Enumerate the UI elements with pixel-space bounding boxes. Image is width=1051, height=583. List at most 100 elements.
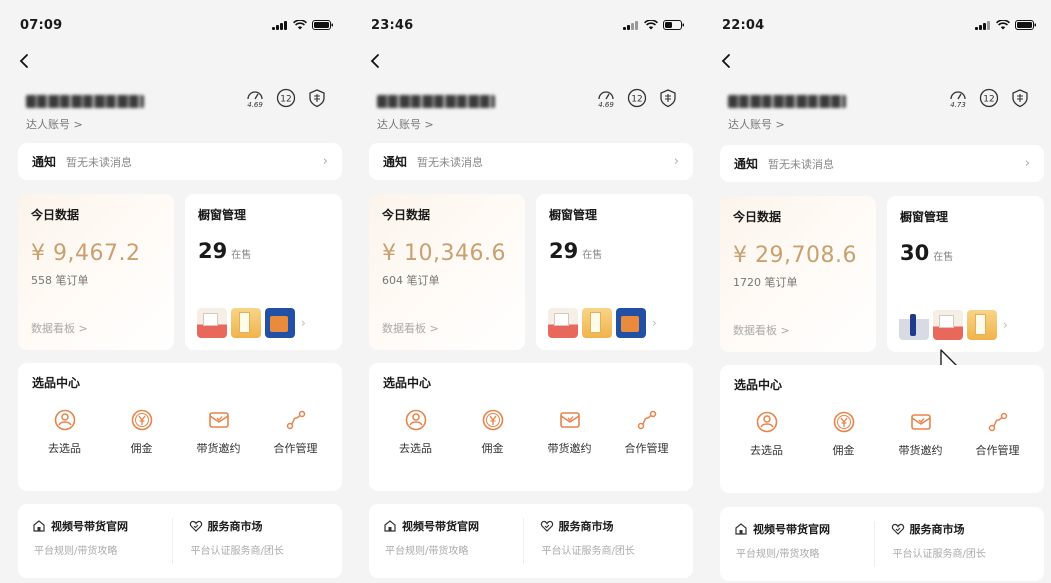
select-product-icon bbox=[405, 409, 426, 431]
dashboard-link[interactable]: 数据看板 > bbox=[382, 320, 439, 336]
official-site-icon bbox=[384, 520, 396, 532]
grid-item-cooperation[interactable]: 合作管理 bbox=[612, 408, 682, 456]
dashboard-link[interactable]: 数据看板 > bbox=[31, 320, 88, 336]
grid-item-commission[interactable]: 佣金 bbox=[809, 410, 879, 458]
grid-item-commission[interactable]: 佣金 bbox=[458, 408, 528, 456]
product-thumbnail[interactable] bbox=[197, 308, 227, 338]
signal-icon bbox=[272, 20, 288, 30]
today-data-card[interactable]: 今日数据 ¥ 10,346.6 604 笔订单 数据看板 > bbox=[369, 194, 525, 350]
service-market-title: 服务商市场 bbox=[558, 520, 614, 533]
today-amount: ¥ 10,346.6 bbox=[382, 241, 506, 266]
cooperation-icon bbox=[286, 410, 305, 430]
official-site-link[interactable]: 视频号带货官网 平台规则/带货攻略 bbox=[32, 518, 172, 564]
account-link[interactable]: 达人账号 > bbox=[728, 116, 785, 132]
grid-item-label: 合作管理 bbox=[975, 444, 1020, 457]
chevron-right-icon: › bbox=[1003, 318, 1008, 332]
rating-icon[interactable]: 4.69 bbox=[595, 87, 617, 109]
shield-icon[interactable] bbox=[1009, 87, 1031, 109]
today-amount: ¥ 29,708.6 bbox=[733, 243, 857, 268]
service-market-icon bbox=[891, 523, 904, 535]
product-thumbnails[interactable]: › bbox=[197, 308, 306, 338]
phone-screen-3: 22:04 4.73 12 达人账号 > 通知 暂无未读消息 › 今日数据 ¥ … bbox=[702, 0, 1051, 583]
svg-text:4.69: 4.69 bbox=[247, 101, 263, 109]
today-orders: 1720 笔订单 bbox=[733, 276, 798, 289]
grid-item-invitation[interactable]: 带货邀约 bbox=[886, 410, 956, 458]
grid-item-label: 带货邀约 bbox=[898, 444, 943, 457]
notice-bar[interactable]: 通知 暂无未读消息 › bbox=[18, 143, 342, 180]
commission-icon bbox=[482, 409, 503, 431]
grid-item-commission[interactable]: 佣金 bbox=[107, 408, 177, 456]
level-badge-icon[interactable]: 12 bbox=[275, 87, 297, 109]
dashboard-link[interactable]: 数据看板 > bbox=[733, 322, 790, 338]
official-site-title: 视频号带货官网 bbox=[402, 520, 479, 533]
service-market-sub: 平台认证服务商/团长 bbox=[541, 546, 635, 557]
rating-icon[interactable]: 4.73 bbox=[947, 87, 969, 109]
showcase-title: 橱窗管理 bbox=[549, 208, 598, 222]
product-thumbnails[interactable]: › bbox=[899, 310, 1008, 340]
rating-icon[interactable]: 4.69 bbox=[244, 87, 266, 109]
back-arrow-icon[interactable] bbox=[367, 52, 385, 70]
today-data-card[interactable]: 今日数据 ¥ 9,467.2 558 笔订单 数据看板 > bbox=[18, 194, 174, 350]
product-thumbnail[interactable] bbox=[899, 310, 929, 340]
grid-item-label: 佣金 bbox=[130, 442, 153, 455]
product-thumbnail[interactable] bbox=[616, 308, 646, 338]
account-link[interactable]: 达人账号 > bbox=[377, 116, 434, 132]
grid-item-label: 去选品 bbox=[48, 442, 81, 455]
showcase-title: 橱窗管理 bbox=[900, 210, 949, 224]
grid-item-invitation[interactable]: 带货邀约 bbox=[184, 408, 254, 456]
product-thumbnail[interactable] bbox=[265, 308, 295, 338]
status-icons bbox=[272, 20, 334, 30]
today-data-card[interactable]: 今日数据 ¥ 29,708.6 1720 笔订单 数据看板 > bbox=[720, 196, 876, 352]
showcase-count: 29 在售 bbox=[549, 239, 680, 263]
select-product-icon bbox=[54, 409, 75, 431]
notice-label: 通知 bbox=[32, 155, 57, 169]
service-market-link[interactable]: 服务商市场 平台认证服务商/团长 bbox=[873, 521, 1031, 567]
grid-item-select-product[interactable]: 去选品 bbox=[381, 408, 451, 456]
level-badge-icon[interactable]: 12 bbox=[978, 87, 1000, 109]
showcase-card[interactable]: 橱窗管理 29 在售 › bbox=[536, 194, 693, 350]
screens-strip: 07:09 4.69 12 达人账号 > 通知 暂无未读消息 › 今日数据 ¥ … bbox=[0, 0, 1051, 583]
grid-item-select-product[interactable]: 去选品 bbox=[30, 408, 100, 456]
product-thumbnail[interactable] bbox=[231, 308, 261, 338]
notice-label: 通知 bbox=[734, 157, 759, 171]
back-arrow-icon[interactable] bbox=[718, 52, 736, 70]
phone-screen-2: 23:46 4.69 12 达人账号 > 通知 暂无未读消息 › 今日数据 ¥ … bbox=[351, 0, 699, 583]
bottom-links-card: 视频号带货官网 平台规则/带货攻略 服务商市场 平台认证服务商/团长 bbox=[720, 507, 1044, 581]
notice-bar[interactable]: 通知 暂无未读消息 › bbox=[369, 143, 693, 180]
status-time: 07:09 bbox=[20, 17, 63, 33]
product-thumbnail[interactable] bbox=[967, 310, 997, 340]
grid-item-select-product[interactable]: 去选品 bbox=[732, 410, 802, 458]
select-product-icon bbox=[756, 411, 777, 433]
notice-text: 暂无未读消息 bbox=[417, 155, 484, 169]
chevron-right-icon: › bbox=[652, 316, 657, 330]
shield-icon[interactable] bbox=[657, 87, 679, 109]
showcase-title: 橱窗管理 bbox=[198, 208, 247, 222]
bottom-links-card: 视频号带货官网 平台规则/带货攻略 服务商市场 平台认证服务商/团长 bbox=[18, 504, 342, 578]
showcase-card[interactable]: 橱窗管理 30 在售 › bbox=[887, 196, 1044, 352]
selection-center-title: 选品中心 bbox=[32, 376, 81, 390]
account-name-redacted bbox=[728, 95, 846, 108]
account-link[interactable]: 达人账号 > bbox=[26, 116, 83, 132]
grid-item-invitation[interactable]: 带货邀约 bbox=[535, 408, 605, 456]
grid-item-cooperation[interactable]: 合作管理 bbox=[261, 408, 331, 456]
service-market-link[interactable]: 服务商市场 平台认证服务商/团长 bbox=[171, 518, 329, 564]
showcase-card[interactable]: 橱窗管理 29 在售 › bbox=[185, 194, 342, 350]
official-site-link[interactable]: 视频号带货官网 平台规则/带货攻略 bbox=[734, 521, 874, 567]
selection-center-card: 选品中心 去选品 佣金 带货邀约 合作管理 bbox=[369, 363, 693, 491]
service-market-icon bbox=[189, 520, 202, 532]
grid-item-cooperation[interactable]: 合作管理 bbox=[963, 410, 1033, 458]
service-market-link[interactable]: 服务商市场 平台认证服务商/团长 bbox=[522, 518, 680, 564]
status-bar: 07:09 bbox=[20, 16, 334, 34]
selection-center-grid: 去选品 佣金 带货邀约 合作管理 bbox=[18, 408, 342, 456]
shield-icon[interactable] bbox=[306, 87, 328, 109]
product-thumbnail[interactable] bbox=[933, 310, 963, 340]
product-thumbnail[interactable] bbox=[548, 308, 578, 338]
official-site-link[interactable]: 视频号带货官网 平台规则/带货攻略 bbox=[383, 518, 523, 564]
product-thumbnails[interactable]: › bbox=[548, 308, 657, 338]
notice-bar[interactable]: 通知 暂无未读消息 › bbox=[720, 145, 1044, 182]
official-site-sub: 平台规则/带货攻略 bbox=[34, 546, 118, 557]
product-thumbnail[interactable] bbox=[582, 308, 612, 338]
back-arrow-icon[interactable] bbox=[16, 52, 34, 70]
level-badge-icon[interactable]: 12 bbox=[626, 87, 648, 109]
selection-center-title: 选品中心 bbox=[734, 378, 783, 392]
